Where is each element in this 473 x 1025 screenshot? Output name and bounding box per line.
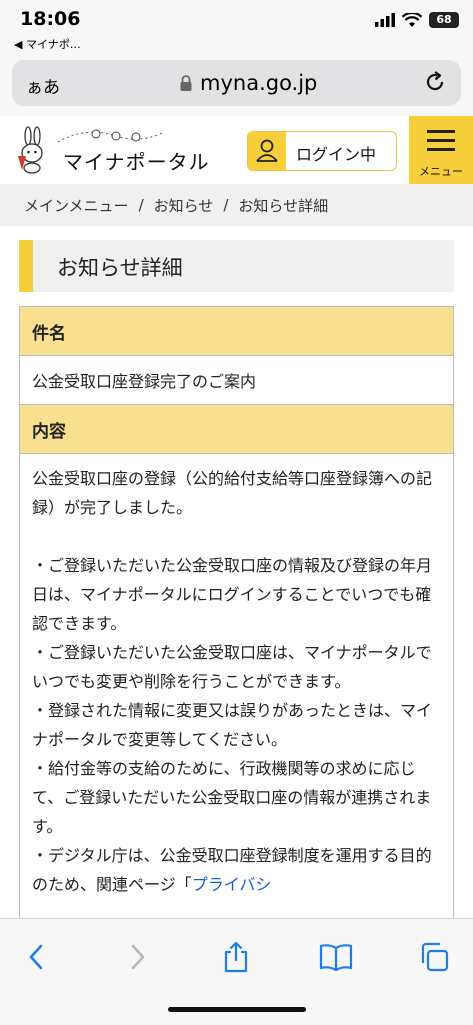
subject-value: 公金受取口座登録完了のご案内 — [20, 356, 453, 405]
address-bar[interactable]: ぁあ myna.go.jp — [12, 60, 461, 106]
chevron-left-icon — [29, 944, 43, 970]
breadcrumb-separator: / — [223, 196, 229, 214]
back-to-app-link[interactable]: ◀ マイナポ… — [14, 36, 81, 52]
tabs-icon — [421, 942, 449, 972]
breadcrumb-current: お知らせ詳細 — [238, 196, 329, 215]
menu-button[interactable]: メニュー — [409, 116, 473, 184]
site-logo-text[interactable]: マイナポータル — [63, 146, 210, 175]
home-indicator — [168, 1007, 306, 1012]
notice-detail-table: 件名 公金受取口座登録完了のご案内 内容 公金受取口座の登録（公的給付支給等口座… — [19, 306, 454, 925]
battery-indicator: 68 — [429, 12, 459, 28]
chevron-right-icon — [131, 944, 145, 970]
user-icon — [256, 139, 278, 162]
content-bullet: ・登録された情報に変更又は誤りがあったときは、マイナポータルで変更等してください… — [32, 701, 433, 749]
subject-header: 件名 — [20, 307, 453, 356]
user-icon-box — [248, 132, 286, 170]
browser-toolbar — [0, 918, 473, 1025]
bookmarks-button[interactable] — [314, 935, 358, 979]
content-header: 内容 — [20, 405, 453, 454]
book-icon — [319, 944, 353, 971]
content-body: 公金受取口座の登録（公的給付支給等口座登録簿への記録）が完了しました。 ・ご登録… — [20, 454, 453, 924]
page-title-box: お知らせ詳細 — [19, 240, 454, 292]
login-status-label: ログイン中 — [296, 145, 377, 164]
hamburger-icon — [427, 130, 455, 151]
breadcrumb-separator: / — [138, 196, 144, 214]
share-icon — [224, 941, 248, 973]
browser-address-area: ぁあ myna.go.jp — [0, 56, 473, 116]
breadcrumb: メインメニュー / お知らせ / お知らせ詳細 — [0, 184, 473, 226]
share-button[interactable] — [214, 935, 258, 979]
content-bullet: ・ご登録いただいた公金受取口座の情報及び登録の年月日は、マイナポータルにログイン… — [32, 556, 433, 633]
mascot-logo-icon[interactable] — [10, 126, 58, 174]
signal-icon — [375, 13, 395, 27]
lock-icon — [180, 75, 192, 91]
content-paragraph: 公金受取口座の登録（公的給付支給等口座登録簿への記録）が完了しました。 — [32, 469, 433, 517]
status-icons: 68 — [375, 12, 459, 28]
url-domain: myna.go.jp — [200, 71, 318, 95]
status-bar: 18:06 ◀ マイナポ… 68 — [0, 0, 473, 56]
wifi-icon — [402, 12, 422, 27]
back-button[interactable] — [14, 935, 58, 979]
content-bullet: ・給付金等の支給のために、行政機関等の求めに応じて、ご登録いただいた公金受取口座… — [32, 759, 432, 836]
url-display[interactable]: myna.go.jp — [180, 71, 317, 95]
logo-decoration-icon — [57, 129, 165, 143]
breadcrumb-notices[interactable]: お知らせ — [154, 195, 214, 216]
content-bullet: ・ご登録いただいた公金受取口座は、マイナポータルでいつでも変更や削除を行うことが… — [32, 643, 432, 691]
tabs-button[interactable] — [412, 935, 456, 979]
reload-icon[interactable] — [423, 70, 447, 94]
breadcrumb-main-menu[interactable]: メインメニュー — [24, 195, 129, 216]
page-title: お知らせ詳細 — [57, 256, 183, 280]
content-bullet-with-link: ・デジタル庁は、公金受取口座登録制度を運用する目的のため、関連ページ「プライバシ — [32, 841, 441, 899]
menu-label: メニュー — [419, 165, 463, 178]
reader-options-button[interactable]: ぁあ — [26, 73, 60, 98]
status-time: 18:06 — [20, 8, 81, 30]
site-header: マイナポータル ログイン中 メニュー — [0, 116, 473, 185]
login-status-button[interactable]: ログイン中 — [247, 131, 397, 171]
privacy-policy-link[interactable]: プライバシ — [192, 875, 272, 894]
forward-button[interactable] — [116, 935, 160, 979]
